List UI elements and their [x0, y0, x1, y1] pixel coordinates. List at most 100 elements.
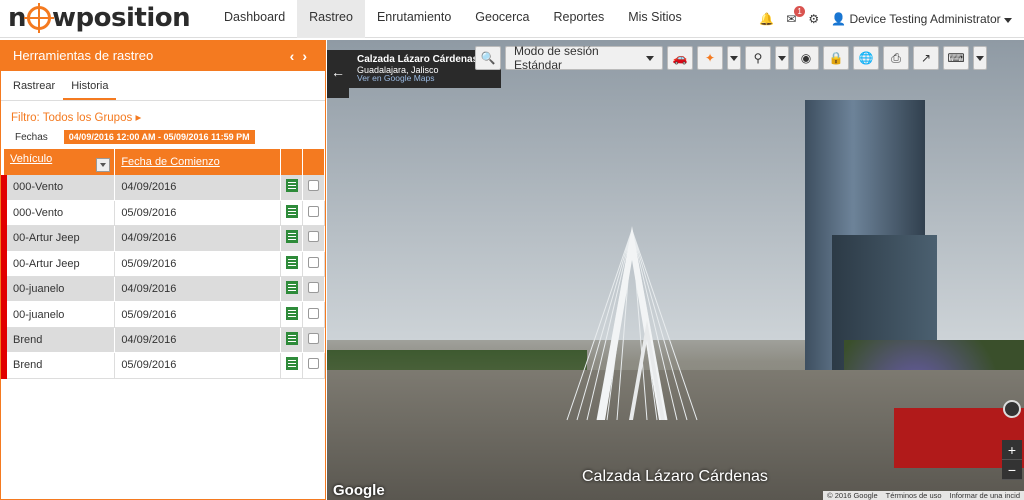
cable-stayed-bridge	[566, 226, 698, 421]
table-row[interactable]: 00-juanelo 04/09/2016	[1, 276, 325, 303]
target-button[interactable]: ◉	[793, 46, 819, 70]
user-menu[interactable]: 👤 Device Testing Administrator	[831, 12, 1012, 26]
layers-dropdown[interactable]	[973, 46, 987, 70]
row-checkbox[interactable]	[308, 206, 320, 218]
row-checkbox[interactable]	[308, 358, 320, 370]
globe-button[interactable]: 🌐	[853, 46, 879, 70]
select-cell[interactable]	[302, 175, 325, 201]
table-row[interactable]: Brend 04/09/2016	[1, 327, 325, 354]
nav-dashboard[interactable]: Dashboard	[212, 0, 297, 38]
select-cell[interactable]	[302, 327, 325, 354]
chevron-left-icon[interactable]: ‹	[290, 48, 303, 64]
table-row[interactable]: 00-Artur Jeep 05/09/2016	[1, 251, 325, 278]
nav-reportes[interactable]: Reportes	[542, 0, 617, 38]
nav-mis-sitios[interactable]: Mis Sitios	[616, 0, 693, 38]
report-cell[interactable]	[280, 352, 304, 379]
spreadsheet-icon[interactable]	[285, 357, 298, 371]
nav-geocerca[interactable]: Geocerca	[463, 0, 541, 38]
row-checkbox[interactable]	[308, 333, 320, 345]
row-checkbox[interactable]	[308, 282, 320, 294]
column-dropdown-icon[interactable]	[96, 157, 111, 172]
table-row[interactable]: 000-Vento 04/09/2016	[1, 175, 325, 201]
layers-button[interactable]: ⌨	[943, 46, 969, 70]
select-cell[interactable]	[302, 251, 325, 278]
date-cell: 05/09/2016	[114, 200, 282, 227]
nowposition-logo[interactable]: n wposition	[8, 3, 191, 33]
zoom-in-button[interactable]: +	[1002, 440, 1022, 460]
report-cell[interactable]	[280, 200, 304, 227]
spreadsheet-icon[interactable]	[285, 230, 298, 244]
export-button[interactable]: ↗	[913, 46, 939, 70]
tracking-dropdown[interactable]	[727, 46, 741, 70]
group-filter[interactable]: Filtro: Todos los Grupos ▸	[11, 110, 325, 124]
panel-nav-arrows: ‹›	[290, 41, 315, 71]
terms-link[interactable]: Términos de uso	[886, 491, 942, 500]
search-button[interactable]: 🔍	[475, 46, 501, 70]
user-icon: 👤	[831, 12, 847, 26]
nav-rastreo[interactable]: Rastreo	[297, 0, 365, 38]
copyright-text: © 2016 Google	[827, 491, 878, 500]
spreadsheet-icon[interactable]	[285, 179, 298, 193]
lock-button[interactable]: 🔒	[823, 46, 849, 70]
col-vehicle-header[interactable]: Vehículo	[4, 149, 116, 175]
vehicle-cell: Brend	[1, 327, 116, 354]
orange-eye-icon: ✦	[704, 51, 716, 65]
select-cell[interactable]	[302, 200, 325, 227]
select-cell[interactable]	[302, 352, 325, 379]
vehicle-button[interactable]: 🚗	[667, 46, 693, 70]
compass-icon[interactable]	[1003, 400, 1021, 418]
row-checkbox[interactable]	[308, 180, 320, 192]
nav-right: 🔔 ✉ 1 ⚙ 👤 Device Testing Administrator	[759, 0, 1012, 38]
table-row[interactable]: 00-Artur Jeep 04/09/2016	[1, 225, 325, 252]
report-cell[interactable]	[280, 251, 304, 278]
row-checkbox[interactable]	[308, 307, 320, 319]
select-cell[interactable]	[302, 301, 325, 328]
row-checkbox[interactable]	[308, 256, 320, 268]
nav-enrutamiento[interactable]: Enrutamiento	[365, 0, 463, 38]
report-cell[interactable]	[280, 225, 304, 252]
table-row[interactable]: Brend 05/09/2016	[1, 352, 325, 379]
report-cell[interactable]	[280, 276, 304, 303]
vehicle-cell: Brend	[1, 352, 116, 379]
notification-badge: 1	[794, 6, 805, 17]
zoom-out-button[interactable]: −	[1002, 460, 1022, 480]
spreadsheet-icon[interactable]	[285, 281, 298, 295]
table-row[interactable]: 000-Vento 05/09/2016	[1, 200, 325, 227]
report-issue-link[interactable]: Informar de una incid	[950, 491, 1020, 500]
report-cell[interactable]	[280, 327, 304, 354]
row-checkbox[interactable]	[308, 231, 320, 243]
google-logo: Google	[333, 482, 385, 499]
select-cell[interactable]	[302, 276, 325, 303]
vehicle-cell: 00-Artur Jeep	[1, 251, 116, 278]
col-report-header	[280, 149, 304, 175]
date-cell: 04/09/2016	[114, 225, 282, 252]
tab-historia[interactable]: Historia	[63, 71, 117, 100]
report-cell[interactable]	[280, 301, 304, 328]
col-start-date-header[interactable]: Fecha de Comienzo	[114, 149, 282, 175]
table-row[interactable]: 00-juanelo 05/09/2016	[1, 301, 325, 328]
date-range-chip[interactable]: 04/09/2016 12:00 AM - 05/09/2016 11:59 P…	[63, 130, 255, 144]
spreadsheet-icon[interactable]	[285, 255, 298, 269]
mail-icon[interactable]: ✉ 1	[786, 6, 805, 26]
back-arrow-icon[interactable]: ←	[327, 50, 349, 98]
spreadsheet-icon[interactable]	[285, 306, 298, 320]
marker-button[interactable]: ⚲	[745, 46, 771, 70]
vehicle-cell: 00-juanelo	[1, 301, 116, 328]
spreadsheet-icon[interactable]	[285, 332, 298, 346]
report-cell[interactable]	[280, 175, 304, 201]
lock-icon: 🔒	[828, 51, 844, 65]
tab-rastrear[interactable]: Rastrear	[5, 71, 63, 100]
chevron-right-icon[interactable]: ›	[302, 48, 315, 64]
date-cell: 04/09/2016	[114, 175, 282, 201]
tracking-button[interactable]: ✦	[697, 46, 723, 70]
marker-dropdown[interactable]	[775, 46, 789, 70]
google-maps-link[interactable]: Ver en Google Maps	[357, 73, 493, 83]
print-button[interactable]: ⎙	[883, 46, 909, 70]
street-view[interactable]: ← Calzada Lázaro Cárdenas Guadalajara, J…	[327, 40, 1024, 500]
user-name: Device Testing Administrator	[849, 12, 1001, 26]
select-cell[interactable]	[302, 225, 325, 252]
bell-icon[interactable]: 🔔	[759, 12, 774, 26]
spreadsheet-icon[interactable]	[285, 205, 298, 219]
session-mode-select[interactable]: Modo de sesión Estándar	[505, 44, 663, 72]
gear-icon[interactable]: ⚙	[808, 12, 819, 26]
